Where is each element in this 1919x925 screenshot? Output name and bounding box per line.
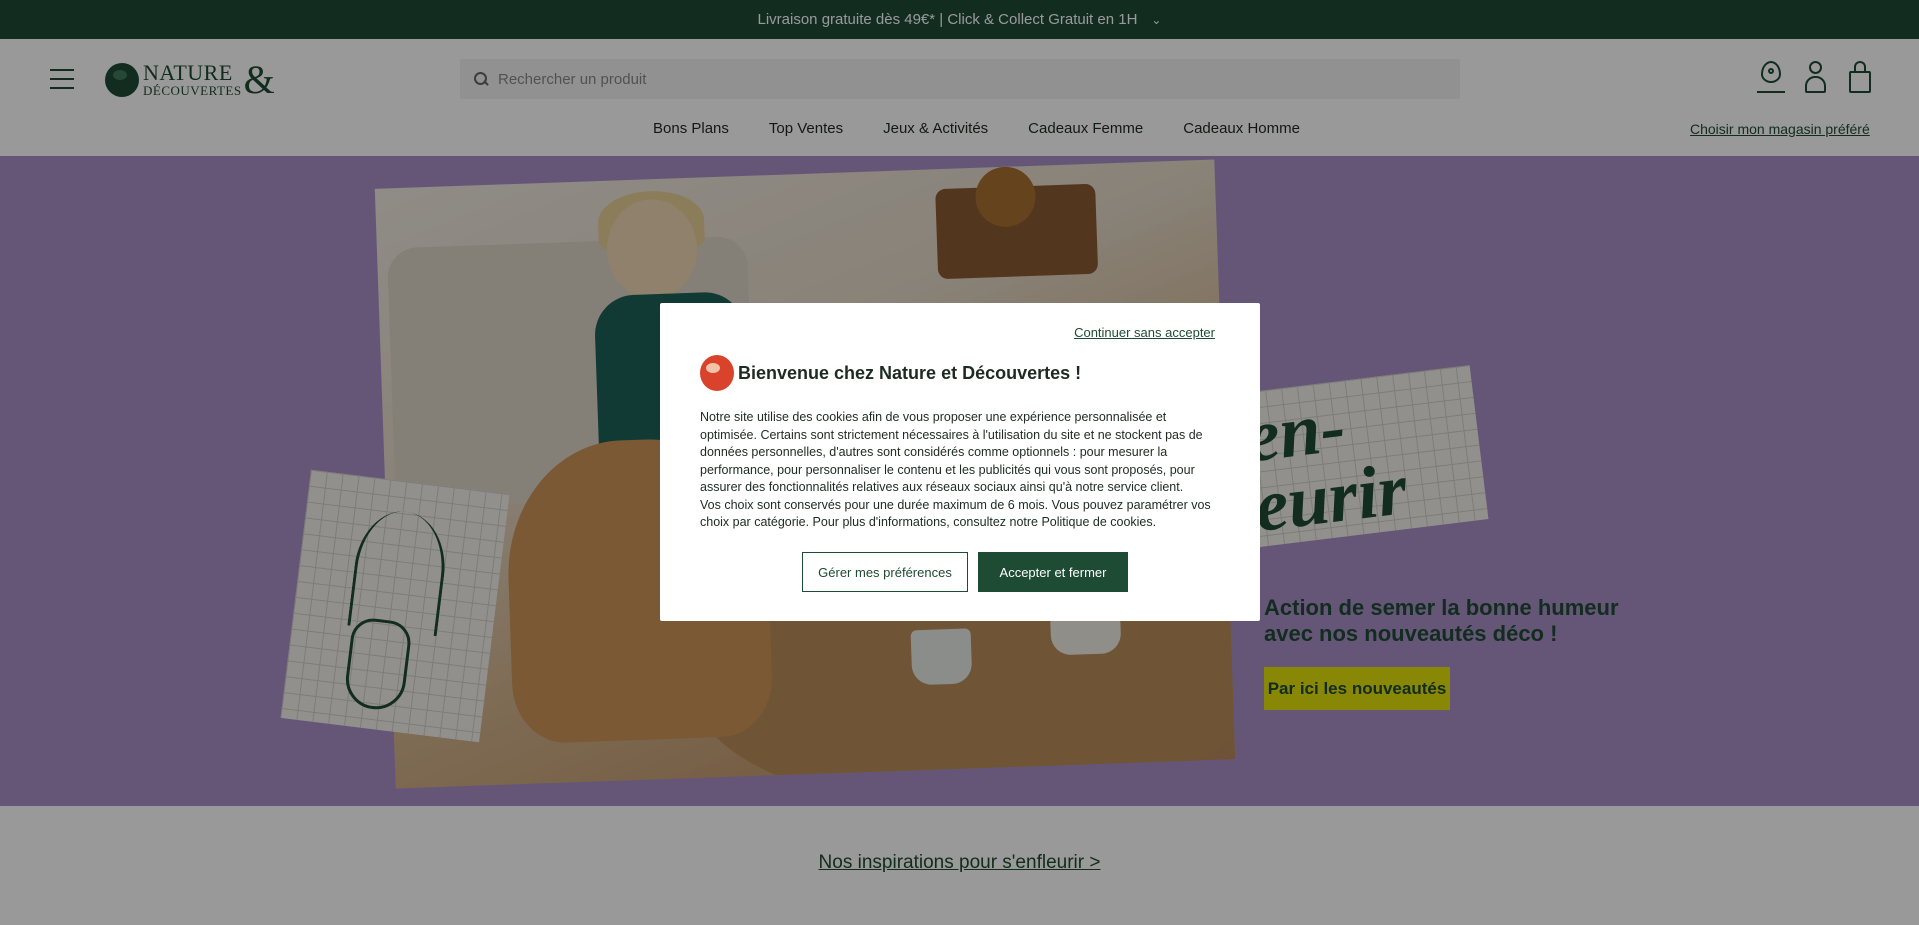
cookie-dialog-paragraph-1: Notre site utilise des cookies afin de v… — [700, 410, 1203, 494]
cookie-dialog-paragraph-2: Vos choix sont conservés pour une durée … — [700, 497, 1211, 530]
continue-without-accepting-link[interactable]: Continuer sans accepter — [1074, 325, 1215, 340]
cookie-consent-dialog: Continuer sans accepter Bienvenue chez N… — [660, 303, 1260, 621]
brand-globe-icon — [700, 355, 734, 391]
accept-and-close-button[interactable]: Accepter et fermer — [978, 552, 1128, 592]
cookie-dialog-title: Bienvenue chez Nature et Découvertes ! — [738, 362, 1082, 383]
cookie-dialog-header: Bienvenue chez Nature et Découvertes ! — [700, 355, 1081, 391]
cookie-dialog-body: Notre site utilise des cookies afin de v… — [700, 409, 1220, 532]
manage-preferences-button[interactable]: Gérer mes préférences — [802, 552, 968, 592]
